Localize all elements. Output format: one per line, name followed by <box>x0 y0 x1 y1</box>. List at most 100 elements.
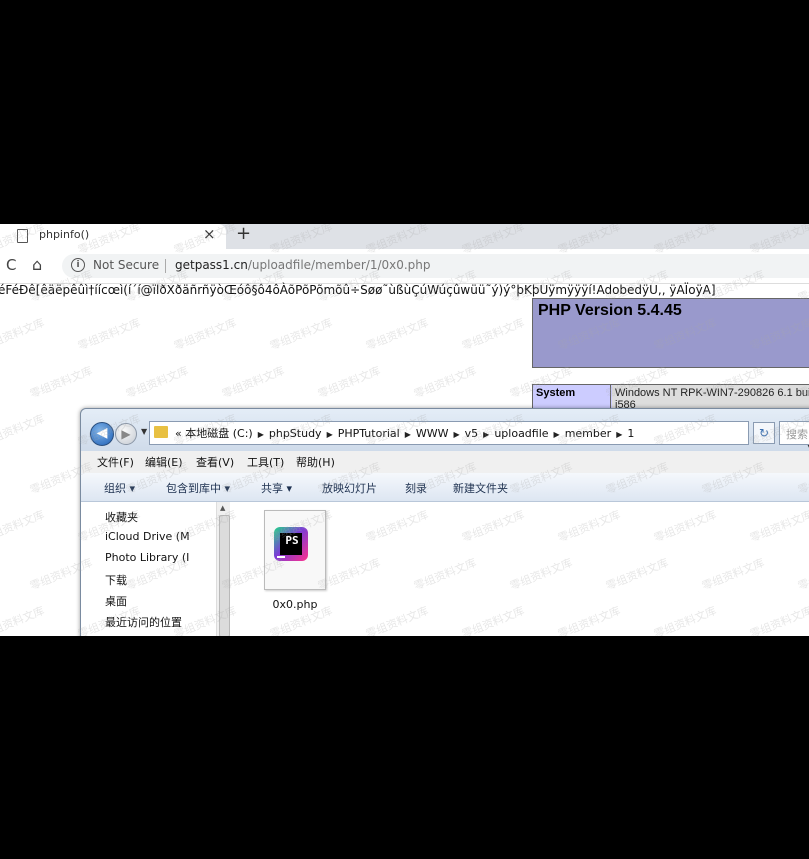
watermark-text: 零组资料文库 <box>0 604 47 636</box>
close-tab-icon[interactable]: × <box>203 225 216 243</box>
system-value: Windows NT RPK-WIN7-290826 6.1 bui i586 <box>612 385 809 409</box>
watermark-text: 零组资料文库 <box>0 508 47 545</box>
watermark-text: 零组资料文库 <box>124 364 191 401</box>
command-bar: 组织 ▾ 包含到库中 ▾ 共享 ▾ 放映幻灯片 刻录 新建文件夹 <box>81 473 809 502</box>
breadcrumb-arrow-icon[interactable]: ▶ <box>554 430 560 439</box>
php-file-icon: PS <box>264 510 326 590</box>
menu-help[interactable]: 帮助(H) <box>296 454 335 470</box>
explorer-address-bar[interactable]: « 本地磁盘 (C:) ▶ phpStudy ▶ PHPTutorial ▶ WWW ▶ v5 ▶… <box>149 421 809 449</box>
folder-icon <box>154 426 168 438</box>
file-list: PS 0x0.php <box>230 502 809 636</box>
logo-bar <box>277 556 285 558</box>
tab-title: phpinfo() <box>39 228 90 241</box>
watermark-text: 零组资料文库 <box>220 364 287 401</box>
nav-label: 收藏夹 <box>105 511 138 524</box>
nav-label: 下载 <box>105 574 127 587</box>
nav-label: 桌面 <box>105 595 127 608</box>
breadcrumb-item[interactable]: v5 <box>465 427 479 440</box>
watermark-text: 零组资料文库 <box>0 316 47 353</box>
phpstorm-logo-icon: PS <box>274 527 308 561</box>
nav-downloads[interactable]: 下载 <box>105 572 215 588</box>
file-name: 0x0.php <box>272 598 318 611</box>
explorer-nav-row: ◀ ▶ ▼ « 本地磁盘 (C:) ▶ phpStudy ▶ PHPTutorial ▶ W… <box>81 409 809 451</box>
php-system-row: System Windows NT RPK-WIN7-290826 6.1 bu… <box>532 384 809 410</box>
breadcrumb-arrow-icon[interactable]: ▶ <box>258 430 264 439</box>
breadcrumb-item[interactable]: phpStudy <box>269 427 322 440</box>
breadcrumb-item[interactable]: WWW <box>416 427 449 440</box>
system-label: System <box>533 385 611 409</box>
breadcrumb-item[interactable]: 本地磁盘 (C:) <box>185 427 252 440</box>
nav-desktop[interactable]: 桌面 <box>105 593 215 609</box>
garbled-binary-text: éFéÐê[êäëpêûì†íícœì(í´í@ïlðXðäñrñÿòŒóô§ô… <box>0 283 716 297</box>
info-icon[interactable]: i <box>71 258 85 272</box>
breadcrumb-item[interactable]: member <box>565 427 611 440</box>
watermark-text: 零组资料文库 <box>0 412 47 449</box>
watermark-text: 零组资料文库 <box>364 316 431 353</box>
nav-icloud-drive[interactable]: iCloud Drive (M <box>105 530 215 543</box>
breadcrumb-arrow-icon[interactable]: ▶ <box>327 430 333 439</box>
refresh-icon[interactable]: ↻ <box>753 422 775 444</box>
navigation-pane: ★ 收藏夹 iCloud Drive (M Photo Library (I 下… <box>81 502 230 636</box>
nav-favorites[interactable]: ★ 收藏夹 <box>105 509 215 525</box>
url-text[interactable]: getpass1.cn/uploadfile/member/1/0x0.php <box>175 258 431 272</box>
url-path: /uploadfile/member/1/0x0.php <box>247 258 431 272</box>
home-icon[interactable]: ⌂ <box>32 255 42 274</box>
url-host: getpass1.cn <box>175 258 248 272</box>
explorer-window: ◀ ▶ ▼ « 本地磁盘 (C:) ▶ phpStudy ▶ PHPTutorial ▶ W… <box>80 408 809 636</box>
new-folder-button[interactable]: 新建文件夹 <box>453 480 508 496</box>
divider <box>165 259 166 273</box>
address-bar[interactable]: i Not Secure getpass1.cn/uploadfile/memb… <box>62 254 809 278</box>
screenshot-region: phpinfo() × + C ⌂ i Not Secure getpass1.… <box>0 224 809 636</box>
browser-tab-strip: phpinfo() × + <box>0 224 809 249</box>
include-in-library-button[interactable]: 包含到库中 ▾ <box>166 480 230 496</box>
forward-button[interactable]: ▶ <box>115 423 137 445</box>
menu-tools[interactable]: 工具(T) <box>247 454 284 470</box>
menu-file[interactable]: 文件(F) <box>97 454 134 470</box>
breadcrumb-arrow-icon[interactable]: ▶ <box>483 430 489 439</box>
nav-label: 最近访问的位置 <box>105 616 182 629</box>
watermark-text: 零组资料文库 <box>460 316 527 353</box>
breadcrumb-item[interactable]: uploadfile <box>494 427 548 440</box>
nav-scrollbar[interactable]: ▲ <box>216 502 230 636</box>
watermark-text: 零组资料文库 <box>172 316 239 353</box>
breadcrumb-item[interactable]: « <box>175 427 182 440</box>
recent-pages-dropdown-icon[interactable]: ▼ <box>141 427 147 436</box>
nav-photo-library[interactable]: Photo Library (I <box>105 551 215 564</box>
nav-recent-places[interactable]: 最近访问的位置 <box>105 614 215 630</box>
watermark-text: 零组资料文库 <box>316 364 383 401</box>
menu-bar: 文件(F) 编辑(E) 查看(V) 工具(T) 帮助(H) <box>81 451 809 473</box>
share-button[interactable]: 共享 ▾ <box>261 480 292 496</box>
logo-text: PS <box>280 533 302 555</box>
breadcrumb-arrow-icon[interactable]: ▶ <box>454 430 460 439</box>
menu-view[interactable]: 查看(V) <box>196 454 234 470</box>
watermark-text: 零组资料文库 <box>412 364 479 401</box>
scroll-up-icon[interactable]: ▲ <box>220 504 225 512</box>
system-value-line: Windows NT RPK-WIN7-290826 6.1 bui <box>615 387 809 399</box>
new-tab-button[interactable]: + <box>236 224 251 244</box>
organize-button[interactable]: 组织 ▾ <box>104 480 135 496</box>
security-status[interactable]: Not Secure <box>93 258 159 272</box>
breadcrumb-item[interactable]: 1 <box>627 427 634 440</box>
tab-phpinfo[interactable]: phpinfo() × <box>0 224 226 249</box>
nav-label: Photo Library (I <box>105 551 190 564</box>
file-item[interactable]: PS 0x0.php <box>261 510 329 611</box>
watermark-text: 零组资料文库 <box>268 316 335 353</box>
breadcrumb-item[interactable]: PHPTutorial <box>338 427 400 440</box>
nav-label: iCloud Drive (M <box>105 530 190 543</box>
php-version-title: PHP Version 5.4.45 <box>538 302 682 319</box>
scroll-thumb[interactable] <box>219 515 230 636</box>
watermark-text: 零组资料文库 <box>76 316 143 353</box>
breadcrumb-arrow-icon[interactable]: ▶ <box>616 430 622 439</box>
slideshow-button[interactable]: 放映幻灯片 <box>322 480 377 496</box>
breadcrumb-arrow-icon[interactable]: ▶ <box>405 430 411 439</box>
address-row: C ⌂ i Not Secure getpass1.cn/uploadfile/… <box>0 249 809 284</box>
reload-icon[interactable]: C <box>6 256 16 274</box>
burn-button[interactable]: 刻录 <box>405 480 427 496</box>
back-button[interactable]: ◀ <box>90 422 114 446</box>
menu-edit[interactable]: 编辑(E) <box>145 454 183 470</box>
php-version-header: PHP Version 5.4.45 <box>532 298 809 368</box>
document-icon <box>17 229 28 243</box>
search-placeholder: 搜索 <box>786 428 808 441</box>
search-input[interactable]: 搜索 <box>779 421 809 445</box>
breadcrumb: « 本地磁盘 (C:) ▶ phpStudy ▶ PHPTutorial ▶ WWW ▶ v5 ▶… <box>175 425 634 441</box>
